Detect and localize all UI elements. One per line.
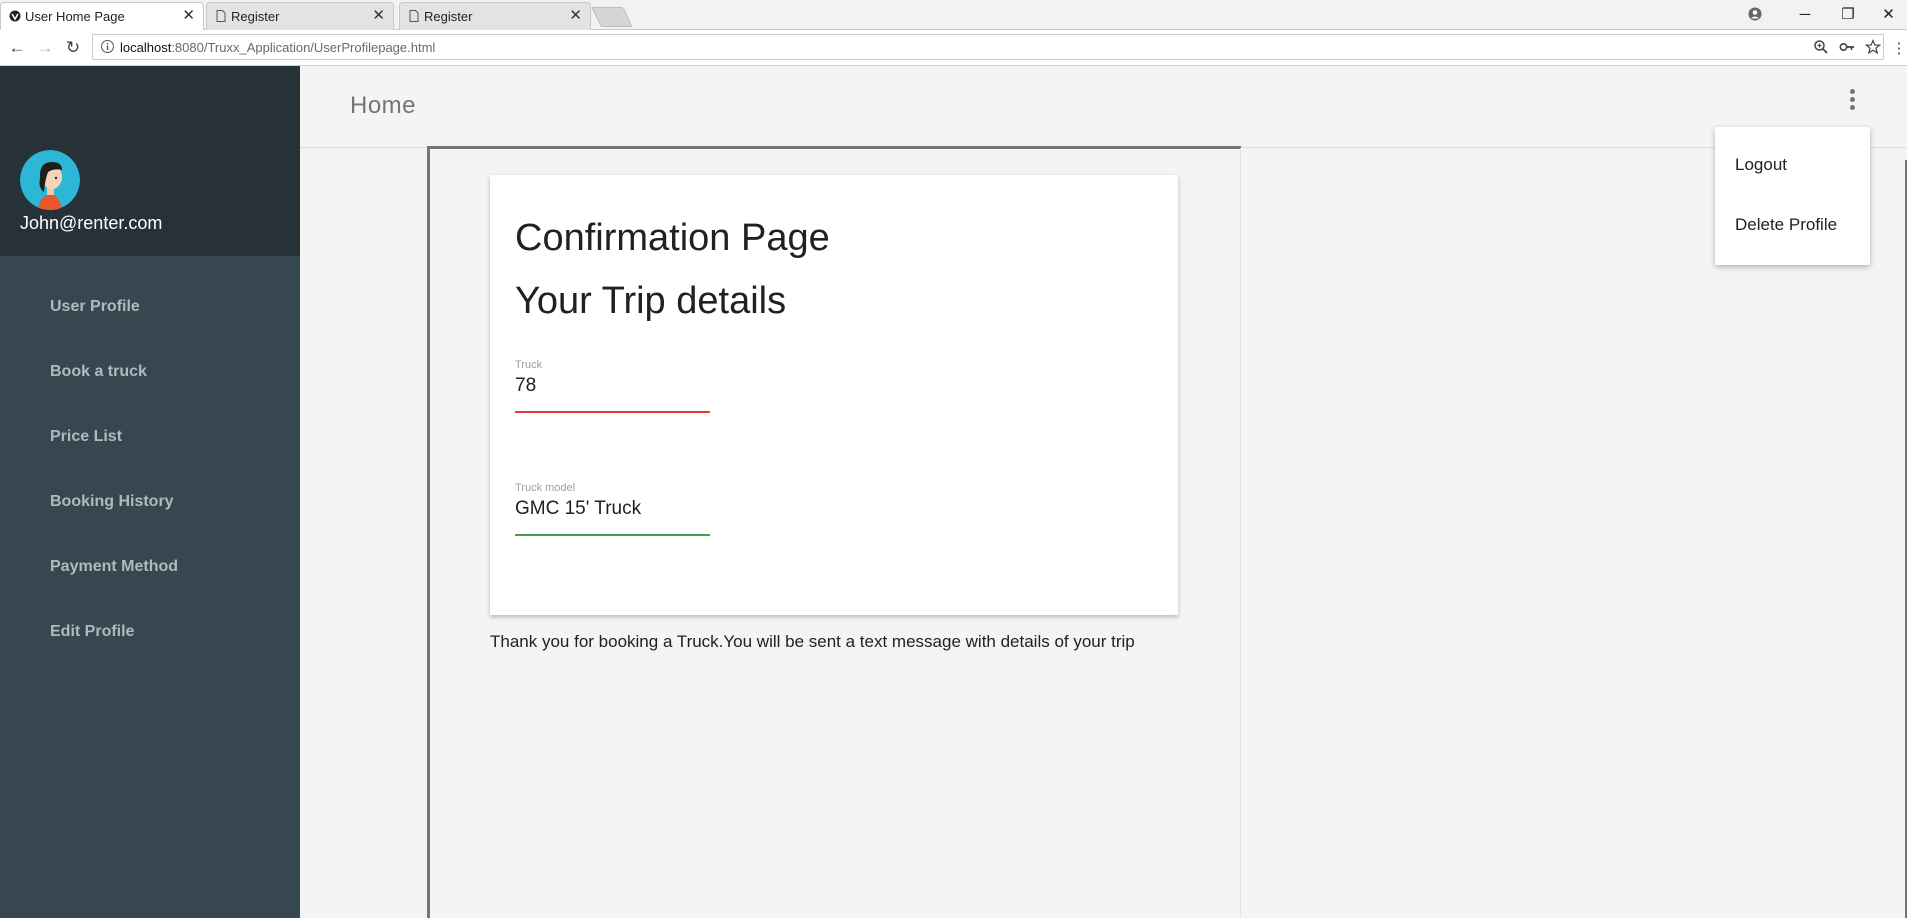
info-icon[interactable] — [101, 40, 114, 53]
back-arrow-icon[interactable]: ← — [6, 37, 28, 59]
reload-icon[interactable]: ↻ — [62, 37, 84, 59]
tab-title: User Home Page — [25, 9, 125, 24]
tab-close-icon[interactable]: ✕ — [569, 8, 582, 23]
window-close-icon[interactable]: ✕ — [1870, 0, 1907, 28]
sidebar-header: John@renter.com — [0, 66, 300, 256]
tab-title: Register — [424, 9, 473, 24]
tab-title: Register — [231, 9, 280, 24]
new-tab-button[interactable] — [591, 7, 633, 27]
truck-model-field-underline — [515, 534, 710, 536]
key-icon[interactable] — [1839, 39, 1855, 55]
browser-tab-register-1[interactable]: Register ✕ — [206, 2, 394, 30]
truck-model-field-label: Truck model — [515, 482, 576, 494]
tab-close-icon[interactable]: ✕ — [182, 8, 195, 23]
more-vert-icon[interactable] — [1838, 84, 1866, 118]
logout-menu-item[interactable]: Logout — [1735, 155, 1787, 175]
sidebar-item-booking-history[interactable]: Booking History — [50, 493, 174, 511]
browser-toolbar: ← → ↻ localhost:8080/Truxx_Application/U… — [0, 30, 1907, 66]
sidebar-item-edit-profile[interactable]: Edit Profile — [50, 623, 134, 641]
bookmark-star-icon[interactable] — [1865, 39, 1881, 55]
browser-tab-bar: User Home Page ✕ Register ✕ Register ✕ ─… — [0, 0, 1907, 30]
truck-field-underline — [515, 411, 710, 413]
page-icon — [216, 10, 226, 22]
profile-icon[interactable] — [1733, 0, 1777, 28]
restore-icon[interactable]: ❐ — [1826, 0, 1870, 28]
browser-menu-icon[interactable]: ⋮ — [1892, 37, 1907, 59]
sidebar-item-payment-method[interactable]: Payment Method — [50, 558, 178, 576]
page-title: Home — [350, 92, 417, 119]
confirmation-message: Thank you for booking a Truck.You will b… — [490, 632, 1135, 651]
avatar[interactable] — [20, 150, 80, 210]
forward-arrow-icon[interactable]: → — [34, 37, 56, 59]
delete-profile-menu-item[interactable]: Delete Profile — [1735, 215, 1837, 235]
address-bar[interactable]: localhost:8080/Truxx_Application/UserPro… — [92, 34, 1884, 60]
browser-tab-register-2[interactable]: Register ✕ — [399, 2, 591, 30]
site-favicon-icon — [9, 10, 21, 22]
card-subtitle: Your Trip details — [515, 280, 787, 322]
zoom-icon[interactable] — [1813, 39, 1829, 55]
sidebar-item-book-a-truck[interactable]: Book a truck — [50, 363, 147, 381]
url-text: localhost:8080/Truxx_Application/UserPro… — [120, 40, 436, 55]
tab-close-icon[interactable]: ✕ — [372, 8, 385, 23]
sidebar-item-user-profile[interactable]: User Profile — [50, 298, 140, 316]
truck-field-label: Truck — [515, 359, 543, 371]
minimize-icon[interactable]: ─ — [1783, 0, 1827, 28]
app-header: Home — [300, 66, 1907, 148]
sidebar: John@renter.com User Profile Book a truc… — [0, 66, 300, 918]
truck-model-field[interactable]: GMC 15' Truck — [515, 498, 641, 520]
overflow-menu: Logout Delete Profile — [1715, 127, 1870, 265]
confirmation-card: Confirmation Page Your Trip details Truc… — [490, 175, 1178, 615]
truck-field[interactable]: 78 — [515, 375, 536, 397]
browser-tab-user-home[interactable]: User Home Page ✕ — [0, 2, 204, 30]
page-icon — [409, 10, 419, 22]
sidebar-item-price-list[interactable]: Price List — [50, 428, 122, 446]
user-email: John@renter.com — [20, 213, 163, 233]
user-avatar-icon — [20, 150, 80, 210]
card-title: Confirmation Page — [515, 217, 830, 259]
